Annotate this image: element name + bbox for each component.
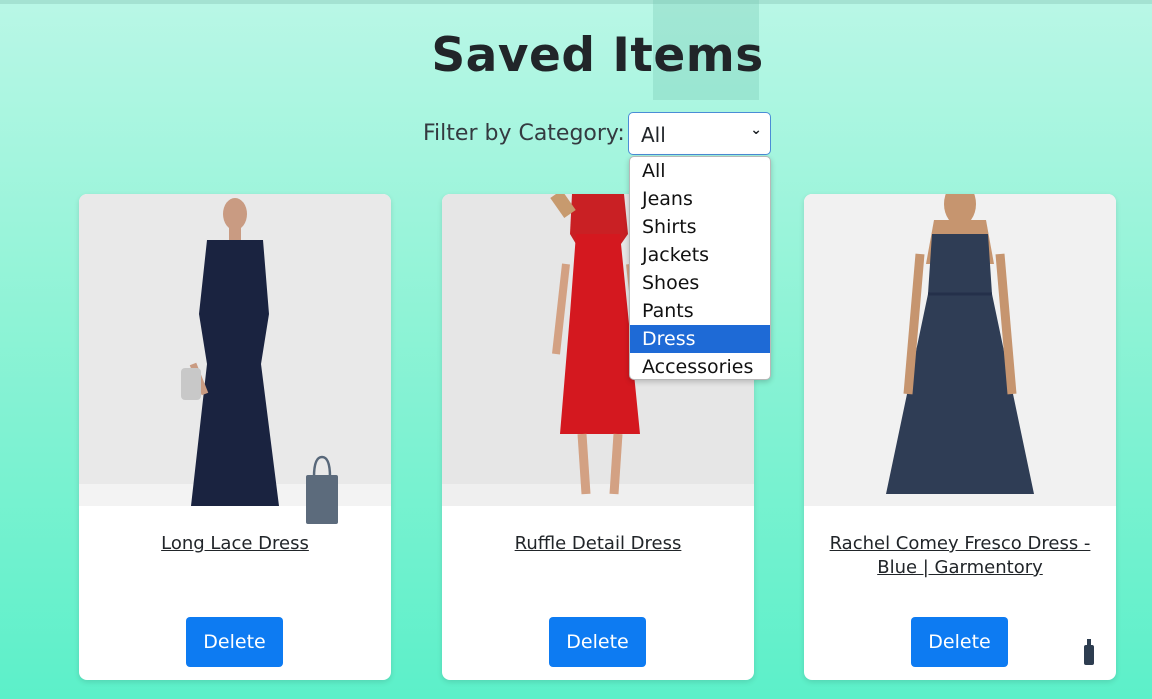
item-card: Long Lace Dress Delete [79, 194, 391, 680]
item-card: Rachel Comey Fresco Dress - Blue | Garme… [804, 194, 1116, 680]
delete-button[interactable]: Delete [186, 617, 283, 667]
delete-button[interactable]: Delete [549, 617, 646, 667]
filter-label: Filter by Category: [423, 121, 625, 146]
page-title: Saved Items [431, 28, 764, 83]
category-dropdown: All Jeans Shirts Jackets Shoes Pants Dre… [629, 156, 771, 380]
option-jackets[interactable]: Jackets [630, 241, 770, 269]
option-dress[interactable]: Dress [630, 325, 770, 353]
option-jeans[interactable]: Jeans [630, 185, 770, 213]
top-border [0, 0, 1152, 4]
item-link[interactable]: Ruffle Detail Dress [452, 532, 744, 556]
category-select-value: All [641, 123, 666, 147]
option-shirts[interactable]: Shirts [630, 213, 770, 241]
product-image[interactable] [804, 194, 1116, 506]
option-accessories[interactable]: Accessories [630, 353, 770, 379]
chevron-down-icon: ⌄ [750, 122, 762, 138]
option-shoes[interactable]: Shoes [630, 269, 770, 297]
shopping-bag-icon [306, 455, 338, 524]
option-all[interactable]: All [630, 157, 770, 185]
item-link[interactable]: Rachel Comey Fresco Dress - Blue | Garme… [814, 532, 1106, 580]
item-link[interactable]: Long Lace Dress [89, 532, 381, 556]
option-pants[interactable]: Pants [630, 297, 770, 325]
product-image[interactable] [79, 194, 391, 506]
bottle-icon [1084, 639, 1094, 665]
delete-button[interactable]: Delete [911, 617, 1008, 667]
category-select[interactable]: All ⌄ [628, 112, 771, 155]
